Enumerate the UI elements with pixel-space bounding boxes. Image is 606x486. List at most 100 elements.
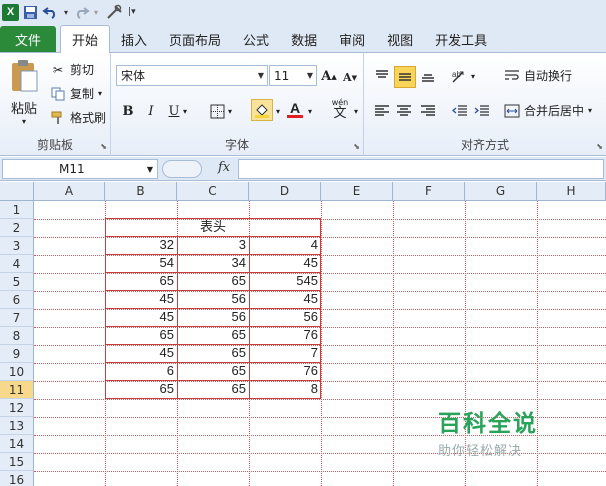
align-left-icon[interactable]	[372, 101, 392, 121]
table-cell[interactable]: 45	[106, 308, 177, 326]
align-top-icon[interactable]	[372, 66, 392, 86]
table-cell[interactable]: 45	[106, 344, 177, 362]
table-cell[interactable]: 65	[106, 380, 177, 398]
row-header-7[interactable]: 7	[0, 309, 34, 327]
table-cell[interactable]: 56	[178, 308, 249, 326]
select-all-corner[interactable]	[0, 182, 34, 201]
border-icon[interactable]	[207, 101, 227, 121]
row-header-16[interactable]: 16	[0, 471, 34, 486]
tab-data[interactable]: 数据	[280, 26, 328, 52]
redo-icon[interactable]	[72, 3, 90, 21]
row-header-15[interactable]: 15	[0, 453, 34, 471]
redo-dropdown-icon[interactable]: ▾	[94, 3, 98, 21]
row-header-14[interactable]: 14	[0, 435, 34, 453]
formula-bar-handle[interactable]	[162, 160, 202, 178]
column-header-b[interactable]: B	[105, 182, 177, 201]
align-center-icon[interactable]	[394, 101, 414, 121]
table-cell[interactable]: 45	[250, 254, 321, 272]
wrap-text-button[interactable]: 自动换行	[504, 67, 572, 84]
align-right-icon[interactable]	[418, 101, 438, 121]
font-color-icon[interactable]: A	[285, 99, 305, 119]
undo-icon[interactable]	[42, 3, 60, 21]
table-cell[interactable]: 34	[178, 254, 249, 272]
column-header-a[interactable]: A	[34, 182, 105, 201]
tab-insert[interactable]: 插入	[110, 26, 158, 52]
format-painter-button[interactable]: 格式刷	[50, 109, 106, 126]
tab-view[interactable]: 视图	[376, 26, 424, 52]
table-cell[interactable]: 54	[106, 254, 177, 272]
phonetic-dropdown-icon[interactable]: ▾	[351, 101, 361, 121]
tools-icon[interactable]	[106, 3, 124, 21]
table-cell[interactable]: 65	[178, 272, 249, 290]
border-dropdown-icon[interactable]: ▾	[225, 101, 235, 121]
clipboard-launcher-icon[interactable]: ⬊	[100, 142, 107, 151]
row-header-10[interactable]: 10	[0, 363, 34, 381]
align-middle-icon[interactable]	[394, 66, 416, 88]
table-cell[interactable]: 65	[106, 326, 177, 344]
tab-page-layout[interactable]: 页面布局	[158, 26, 232, 52]
paste-button[interactable]: 粘贴 ▾	[6, 57, 42, 127]
row-header-2[interactable]: 2	[0, 219, 34, 237]
tab-file[interactable]: 文件	[0, 26, 56, 52]
font-name-select[interactable]: 宋体 ▼	[116, 65, 268, 86]
row-header-11[interactable]: 11	[0, 381, 34, 399]
row-header-9[interactable]: 9	[0, 345, 34, 363]
table-cell[interactable]: 3	[178, 236, 249, 254]
table-cell[interactable]: 32	[106, 236, 177, 254]
save-icon[interactable]	[23, 3, 38, 21]
tab-developer[interactable]: 开发工具	[424, 26, 498, 52]
table-cell[interactable]: 56	[250, 308, 321, 326]
underline-dropdown-icon[interactable]: ▾	[180, 101, 190, 121]
table-cell[interactable]: 56	[178, 290, 249, 308]
table-cell[interactable]: 65	[178, 380, 249, 398]
table-cell[interactable]: 7	[250, 344, 321, 362]
font-color-dropdown-icon[interactable]: ▾	[305, 101, 315, 121]
alignment-launcher-icon[interactable]: ⬊	[596, 142, 603, 151]
copy-button[interactable]: 复制 ▾	[50, 85, 102, 102]
decrease-indent-icon[interactable]	[450, 101, 470, 121]
tab-review[interactable]: 审阅	[328, 26, 376, 52]
fill-color-icon[interactable]	[251, 99, 273, 121]
table-cell[interactable]: 8	[250, 380, 321, 398]
column-header-g[interactable]: G	[465, 182, 537, 201]
row-header-8[interactable]: 8	[0, 327, 34, 345]
table-cell[interactable]: 65	[106, 272, 177, 290]
grow-font-icon[interactable]: A ▲	[319, 66, 339, 86]
formula-input[interactable]	[238, 159, 604, 179]
bold-button[interactable]: B	[118, 101, 138, 121]
fill-color-dropdown-icon[interactable]: ▾	[273, 101, 283, 121]
row-header-1[interactable]: 1	[0, 201, 34, 219]
customize-qat-icon[interactable]: |▾	[128, 3, 136, 21]
copy-dropdown-icon[interactable]: ▾	[98, 89, 102, 98]
align-bottom-icon[interactable]	[418, 66, 438, 86]
orientation-dropdown-icon[interactable]: ▾	[468, 66, 478, 86]
table-cell[interactable]: 65	[178, 344, 249, 362]
table-cell[interactable]: 76	[250, 362, 321, 380]
name-box[interactable]: M11 ▼	[2, 159, 158, 179]
column-header-e[interactable]: E	[321, 182, 393, 201]
italic-button[interactable]: I	[141, 101, 161, 121]
row-header-3[interactable]: 3	[0, 237, 34, 255]
cut-button[interactable]: ✂ 剪切	[50, 61, 94, 78]
phonetic-guide-icon[interactable]: wén 文	[327, 98, 353, 122]
column-header-c[interactable]: C	[177, 182, 249, 201]
row-header-12[interactable]: 12	[0, 399, 34, 417]
insert-function-icon[interactable]: fx	[218, 160, 230, 175]
table-cell[interactable]: 545	[250, 272, 321, 290]
table-cell[interactable]: 4	[250, 236, 321, 254]
table-cell[interactable]: 76	[250, 326, 321, 344]
font-launcher-icon[interactable]: ⬊	[353, 142, 360, 151]
tab-formulas[interactable]: 公式	[232, 26, 280, 52]
table-cell[interactable]: 45	[250, 290, 321, 308]
increase-indent-icon[interactable]	[472, 101, 492, 121]
merge-center-button[interactable]: 合并后居中 ▾	[504, 102, 592, 119]
row-header-5[interactable]: 5	[0, 273, 34, 291]
row-header-13[interactable]: 13	[0, 417, 34, 435]
font-size-select[interactable]: 11 ▼	[269, 65, 317, 86]
table-cell[interactable]: 65	[178, 326, 249, 344]
shrink-font-icon[interactable]: A ▼	[340, 67, 360, 87]
row-header-4[interactable]: 4	[0, 255, 34, 273]
table-cell[interactable]: 6	[106, 362, 177, 380]
column-header-f[interactable]: F	[393, 182, 465, 201]
undo-dropdown-icon[interactable]: ▾	[64, 3, 68, 21]
